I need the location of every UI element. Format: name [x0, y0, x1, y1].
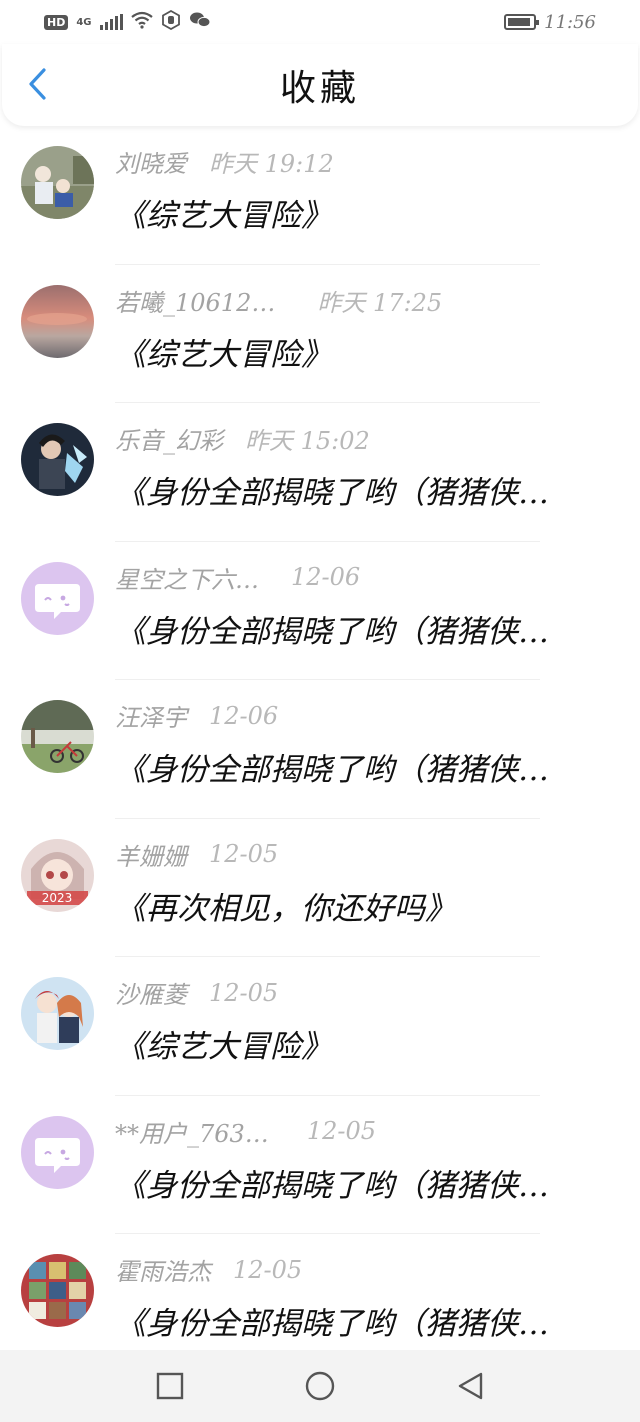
wechat-icon	[189, 11, 211, 34]
item-title: 《综艺大冒险》	[115, 1029, 332, 1065]
item-title: 《综艺大冒险》	[115, 336, 332, 373]
avatar[interactable]	[21, 977, 94, 1050]
list-item[interactable]: 汪泽宇 12-06 《身份全部揭晓了哟（猪猪侠…	[0, 680, 640, 819]
recent-apps-button[interactable]	[150, 1366, 190, 1406]
item-meta: 若曦_10612… 昨天 17:25	[115, 283, 442, 318]
avatar[interactable]	[21, 423, 94, 496]
triangle-back-icon	[458, 1372, 483, 1400]
list-item[interactable]: **用户_763… 12-05 《身份全部揭晓了哟（猪猪侠…	[0, 1096, 640, 1234]
username: 刘晓爱	[115, 150, 187, 178]
item-title: 《身份全部揭晓了哟（猪猪侠…	[115, 1167, 549, 1204]
timestamp: 12-05	[306, 1117, 376, 1145]
svg-text:2023: 2023	[42, 891, 73, 905]
timestamp: 昨天 17:25	[317, 288, 443, 317]
item-title: 《身份全部揭晓了哟（猪猪侠…	[115, 475, 549, 511]
username: 羊姗姗	[115, 842, 187, 871]
status-bar: HD 4G 11:56	[0, 0, 640, 44]
username: 乐音_幻彩	[115, 427, 223, 455]
network-type: 4G	[76, 16, 92, 28]
item-meta: **用户_763… 12-05	[115, 1114, 376, 1149]
item-meta: 星空之下六… 12-06	[115, 560, 360, 595]
item-title: 《综艺大冒险》	[115, 198, 332, 234]
avatar[interactable]: 2023	[21, 838, 94, 912]
item-meta: 羊姗姗 12-05	[115, 837, 278, 872]
page-title: 收藏	[279, 68, 360, 109]
status-right: 11:56	[504, 12, 596, 33]
avatar[interactable]	[21, 1115, 94, 1189]
item-meta: 乐音_幻彩 昨天 15:02	[115, 421, 370, 456]
username: 星空之下六…	[115, 565, 259, 594]
timestamp: 昨天 19:12	[209, 150, 334, 178]
timestamp: 昨天 15:02	[245, 427, 370, 455]
list-item[interactable]: 星空之下六… 12-06 《身份全部揭晓了哟（猪猪侠…	[0, 542, 640, 680]
item-meta: 刘晓爱 昨天 19:12	[115, 144, 334, 179]
avatar[interactable]	[21, 146, 94, 219]
system-nav-bar	[0, 1350, 640, 1422]
item-title: 《身份全部揭晓了哟（猪猪侠…	[115, 752, 549, 788]
chevron-left-icon	[29, 68, 46, 100]
username: **用户_763…	[115, 1119, 269, 1148]
timestamp: 12-06	[209, 701, 279, 730]
username: 沙雁菱	[115, 981, 187, 1009]
square-icon	[156, 1372, 184, 1400]
header-bar: 收藏	[2, 44, 638, 126]
favorites-list: 刘晓爱 昨天 19:12 《综艺大冒险》 若曦_10612… 昨天 17:25 …	[0, 126, 640, 1373]
clock: 11:56	[544, 11, 596, 33]
item-meta: 汪泽宇 12-06	[115, 698, 278, 733]
signal-icon	[99, 14, 123, 30]
avatar[interactable]	[21, 284, 94, 358]
avatar[interactable]	[21, 700, 94, 773]
timestamp: 12-06	[291, 563, 361, 591]
username: 若曦_10612…	[115, 288, 276, 317]
list-item[interactable]: 沙雁菱 12-05 《综艺大冒险》	[0, 957, 640, 1096]
circle-icon	[305, 1371, 335, 1401]
list-item[interactable]: 刘晓爱 昨天 19:12 《综艺大冒险》	[0, 126, 640, 265]
item-meta: 霍雨浩杰 12-05	[115, 1252, 302, 1287]
list-item[interactable]: 2023 羊姗姗 12-05 《再次相见，你还好吗》	[0, 819, 640, 957]
item-title: 《再次相见，你还好吗》	[115, 890, 456, 927]
timestamp: 12-05	[233, 1255, 303, 1284]
back-button[interactable]	[18, 64, 58, 104]
hand-icon	[161, 9, 181, 35]
avatar[interactable]	[21, 1254, 94, 1327]
status-left: HD 4G	[44, 9, 211, 35]
timestamp: 12-05	[209, 978, 279, 1007]
list-item[interactable]: 乐音_幻彩 昨天 15:02 《身份全部揭晓了哟（猪猪侠…	[0, 403, 640, 542]
item-title: 《身份全部揭晓了哟（猪猪侠…	[115, 1306, 549, 1342]
username: 汪泽宇	[115, 704, 187, 732]
hd-badge: HD	[44, 14, 69, 30]
wifi-icon	[130, 11, 153, 34]
battery-icon	[504, 14, 540, 30]
avatar[interactable]	[21, 561, 94, 635]
back-nav-button[interactable]	[450, 1366, 490, 1406]
item-title: 《身份全部揭晓了哟（猪猪侠…	[115, 613, 549, 650]
home-button[interactable]	[300, 1366, 340, 1406]
list-item[interactable]: 若曦_10612… 昨天 17:25 《综艺大冒险》	[0, 265, 640, 403]
username: 霍雨浩杰	[115, 1258, 211, 1286]
timestamp: 12-05	[209, 840, 279, 868]
item-meta: 沙雁菱 12-05	[115, 975, 278, 1010]
